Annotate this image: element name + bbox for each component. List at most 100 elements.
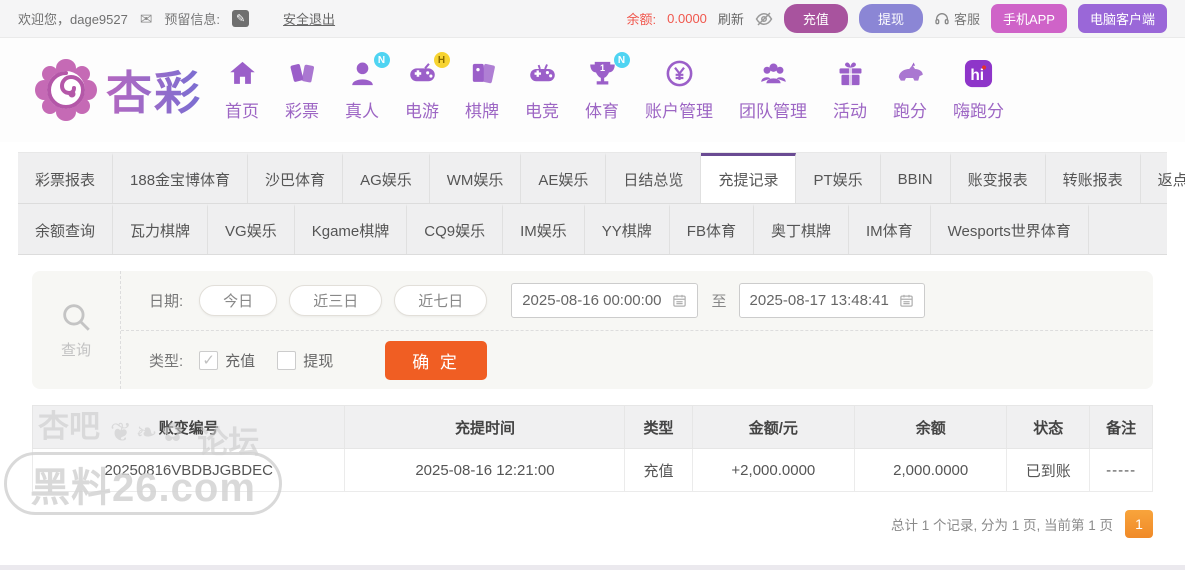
- cell-amount: +2,000.0000: [691, 448, 856, 492]
- page-1-button[interactable]: 1: [1125, 510, 1153, 538]
- nav-item-activity[interactable]: 活动: [820, 58, 880, 122]
- table-header-row: 账变编号 充提时间 类型 金额/元 余额 状态 备注: [31, 405, 1153, 449]
- nav-item-lottery[interactable]: 彩票: [272, 58, 332, 122]
- gift-icon: [835, 58, 866, 94]
- search-label: 查询: [60, 342, 91, 359]
- tab-item[interactable]: IM娱乐: [503, 204, 585, 254]
- nav-item-live[interactable]: N 真人: [332, 52, 392, 122]
- type-deposit-checkbox[interactable]: ✓ 充值: [199, 350, 255, 371]
- pc-client-button[interactable]: 电脑客户端: [1077, 4, 1167, 33]
- tab-item[interactable]: WM娱乐: [430, 153, 522, 203]
- range-7days-button[interactable]: 近七日: [394, 285, 488, 316]
- tab-item-active-deposit-records[interactable]: 充提记录: [701, 153, 797, 203]
- range-today-button[interactable]: 今日: [199, 285, 278, 316]
- mail-icon[interactable]: ✉: [140, 10, 153, 28]
- checkbox-checked[interactable]: ✓: [199, 350, 219, 370]
- confirm-button[interactable]: 确 定: [385, 340, 487, 380]
- to-label: 至: [711, 293, 727, 310]
- cell-balance: 2,000.0000: [854, 448, 1008, 492]
- balance-value: 0.0000: [667, 11, 707, 26]
- table-row: 20250816VBDBJGBDEC 2025-08-16 12:21:00 充…: [31, 448, 1153, 492]
- col-remark: 备注: [1089, 405, 1153, 449]
- nav-item-egame[interactable]: H 电游: [392, 52, 452, 122]
- tab-item[interactable]: IM体育: [849, 204, 931, 254]
- nav-item-cards[interactable]: 棋牌: [452, 58, 512, 122]
- tab-item[interactable]: YY棋牌: [585, 204, 670, 254]
- nav-item-sports[interactable]: 1 N 体育: [572, 52, 632, 122]
- tab-item[interactable]: 转账报表: [1046, 153, 1141, 203]
- date-to-value: 2025-08-17 13:48:41: [749, 292, 889, 309]
- reserved-info-label: 预留信息:: [164, 12, 221, 27]
- team-icon: [758, 58, 789, 94]
- nav-item-team[interactable]: 团队管理: [726, 58, 820, 122]
- tab-item[interactable]: AE娱乐: [521, 153, 607, 203]
- date-to-input[interactable]: 2025-08-17 13:48:41: [738, 283, 925, 318]
- deposit-button[interactable]: 充值: [783, 4, 848, 33]
- tab-item[interactable]: 188金宝博体育: [113, 153, 249, 203]
- nav-item-paofen[interactable]: 跑分: [880, 58, 940, 122]
- checkbox-label: 提现: [303, 352, 334, 370]
- rhino-icon: [895, 58, 926, 94]
- checkbox-label: 充值: [225, 352, 256, 370]
- checkbox-unchecked[interactable]: [277, 350, 297, 370]
- records-table: 账变编号 充提时间 类型 金额/元 余额 状态 备注 20250816VBDBJ…: [31, 405, 1153, 492]
- tab-item[interactable]: VG娱乐: [208, 204, 295, 254]
- tab-item[interactable]: 日结总览: [606, 153, 702, 203]
- search-block[interactable]: 查询: [32, 271, 120, 389]
- tab-item[interactable]: Wesports世界体育: [931, 204, 1089, 254]
- gamepad-icon: H: [407, 52, 450, 94]
- tab-row-2: 余额查询 瓦力棋牌 VG娱乐 Kgame棋牌 CQ9娱乐 IM娱乐 YY棋牌 F…: [18, 204, 1167, 255]
- tab-item[interactable]: PT娱乐: [796, 153, 881, 203]
- tab-item[interactable]: Kgame棋牌: [295, 204, 408, 254]
- filter-panel: 查询 日期: 今日 近三日 近七日 2025-08-16 00:00:00 至: [32, 271, 1153, 389]
- headset-icon: [935, 12, 949, 24]
- mobile-app-button[interactable]: 手机APP: [990, 4, 1067, 33]
- new-badge: N: [613, 52, 630, 68]
- date-from-value: 2025-08-16 00:00:00: [522, 292, 662, 309]
- nav-item-account[interactable]: 账户管理: [632, 58, 726, 122]
- nav-item-esports[interactable]: 电竞: [512, 58, 572, 122]
- filter-rows: 日期: 今日 近三日 近七日 2025-08-16 00:00:00 至 202…: [120, 271, 1153, 389]
- new-badge: N: [373, 52, 390, 68]
- edit-icon[interactable]: ✎: [232, 10, 250, 27]
- calendar-icon: [900, 294, 913, 307]
- col-type: 类型: [624, 405, 693, 449]
- pagination-summary: 总计 1 个记录, 分为 1 页, 当前第 1 页: [890, 518, 1113, 533]
- date-from-input[interactable]: 2025-08-16 00:00:00: [511, 283, 698, 318]
- range-3days-button[interactable]: 近三日: [289, 285, 383, 316]
- cards-icon: [467, 58, 498, 94]
- pagination: 总计 1 个记录, 分为 1 页, 当前第 1 页 1: [32, 510, 1153, 538]
- tab-item[interactable]: 沙巴体育: [248, 153, 344, 203]
- cell-time: 2025-08-16 12:21:00: [344, 448, 626, 492]
- tab-item[interactable]: 返点总额: [1141, 153, 1185, 203]
- cell-status: 已到账: [1006, 448, 1091, 492]
- balance-label: 余额:: [626, 12, 657, 27]
- hi-logo-icon: hi: [963, 58, 994, 94]
- eye-off-icon[interactable]: [755, 10, 773, 28]
- customer-service-link[interactable]: 客服: [934, 9, 980, 28]
- withdraw-button[interactable]: 提现: [858, 4, 923, 33]
- refresh-button[interactable]: 刷新: [718, 9, 744, 28]
- lottery-ticket-icon: [287, 58, 318, 94]
- type-withdraw-checkbox[interactable]: 提现: [277, 350, 333, 371]
- type-filter-row: 类型: ✓ 充值 提现 确 定: [121, 330, 1153, 389]
- tab-item[interactable]: 奥丁棋牌: [754, 204, 849, 254]
- tab-item[interactable]: 账变报表: [951, 153, 1046, 203]
- tab-item[interactable]: AG娱乐: [343, 153, 430, 203]
- site-logo[interactable]: 杏彩: [34, 57, 202, 123]
- tab-item[interactable]: CQ9娱乐: [407, 204, 504, 254]
- tab-item[interactable]: BBIN: [881, 153, 951, 203]
- trophy-icon: 1 N: [587, 52, 630, 94]
- type-label: 类型:: [149, 352, 184, 370]
- search-icon: [63, 304, 90, 331]
- tab-item[interactable]: 瓦力棋牌: [113, 204, 209, 254]
- calendar-icon: [672, 294, 686, 307]
- main-nav: 首页 彩票 N 真人 H 电游 棋牌 电竞 1 N 体育 账户管理 团队管理 活…: [212, 52, 1017, 122]
- tab-item[interactable]: 余额查询: [18, 204, 114, 254]
- logout-link[interactable]: 安全退出: [283, 9, 335, 28]
- tab-item[interactable]: FB体育: [670, 204, 754, 254]
- nav-item-home[interactable]: 首页: [212, 58, 272, 122]
- nav-item-hi-paofen[interactable]: hi 嗨跑分: [940, 58, 1017, 122]
- customer-service-label: 客服: [953, 12, 980, 27]
- tab-item[interactable]: 彩票报表: [18, 153, 114, 203]
